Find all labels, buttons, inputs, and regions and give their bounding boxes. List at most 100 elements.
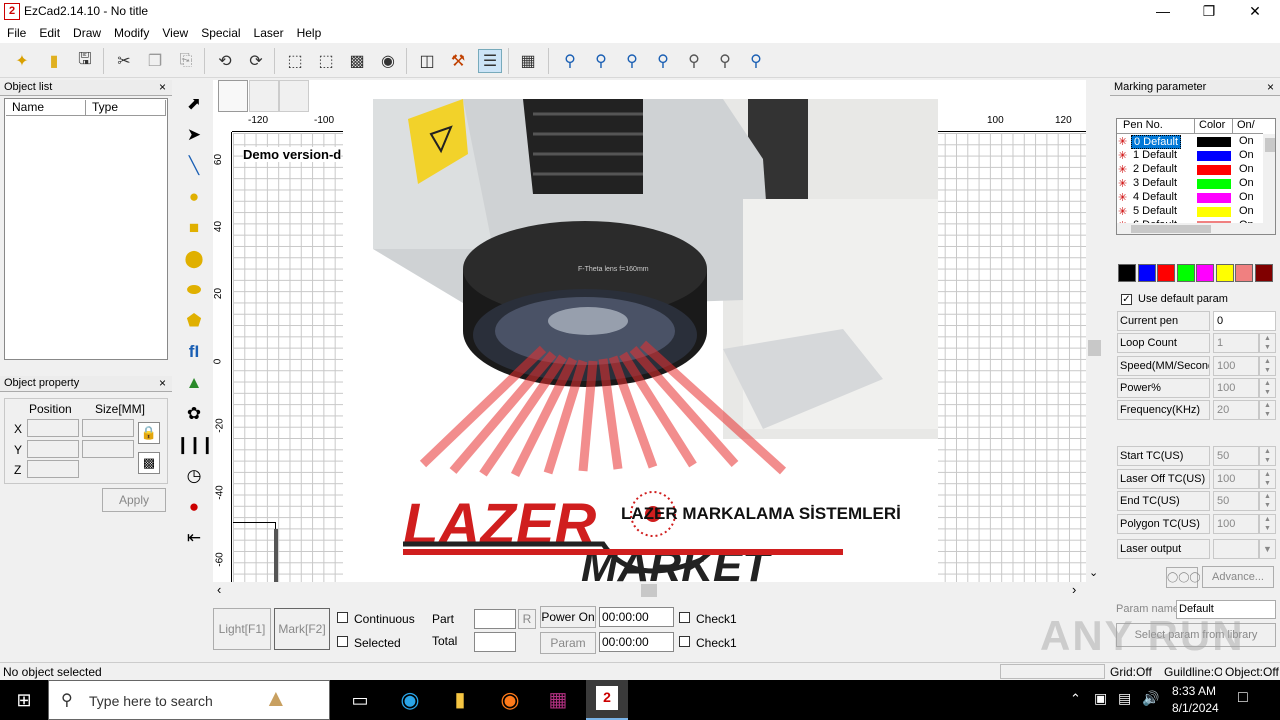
- scroll-thumb[interactable]: [1265, 138, 1275, 152]
- pen-row[interactable]: ✳ 5 Default On: [1117, 205, 1263, 219]
- close-icon[interactable]: ×: [159, 376, 166, 391]
- wifi-icon[interactable]: ▤: [1118, 690, 1131, 707]
- vertical-scrollbar[interactable]: ⌄: [1086, 114, 1103, 582]
- param-value-field[interactable]: 50: [1213, 446, 1259, 466]
- windows-start-icon[interactable]: ⊞: [0, 680, 48, 720]
- tools-icon[interactable]: ⚒: [446, 49, 470, 73]
- palette-swatch[interactable]: [1176, 264, 1195, 282]
- zoom-fit-icon[interactable]: ⚲: [682, 49, 706, 73]
- size-x-field[interactable]: [82, 419, 134, 437]
- ellipse-icon[interactable]: ⬬: [179, 276, 209, 304]
- param-value-field[interactable]: 100: [1213, 469, 1259, 489]
- canvas-tab[interactable]: [279, 80, 309, 112]
- zoom-out-icon[interactable]: ⚲: [651, 49, 675, 73]
- palette-swatch[interactable]: [1254, 264, 1273, 282]
- param-spinner[interactable]: ▲ ▼: [1259, 446, 1276, 466]
- pen-color-swatch[interactable]: [1197, 207, 1231, 217]
- check1-checkbox[interactable]: [679, 612, 690, 623]
- menu-laser[interactable]: Laser: [247, 23, 290, 40]
- total-count-field[interactable]: [474, 632, 516, 652]
- laser-machine-image[interactable]: F-Theta lens f=160mm LAZER MARKET LAZER …: [343, 99, 938, 582]
- advance-button[interactable]: Advance...: [1202, 566, 1274, 588]
- mark-button[interactable]: Mark[F2]: [274, 608, 330, 650]
- grid-status[interactable]: Grid:Off: [1110, 665, 1152, 679]
- lock-icon[interactable]: 🔒: [138, 422, 160, 444]
- pen-on-status[interactable]: On: [1239, 205, 1254, 217]
- task-view-icon[interactable]: ▭: [340, 680, 380, 720]
- check2-checkbox[interactable]: [679, 636, 690, 647]
- cut-icon[interactable]: ✂: [112, 49, 136, 73]
- param-value-field[interactable]: 1: [1213, 333, 1259, 353]
- text-icon[interactable]: fI: [179, 338, 209, 366]
- param-spinner[interactable]: ▲ ▼: [1259, 333, 1276, 353]
- param-value-field[interactable]: 0: [1213, 311, 1276, 331]
- column-color[interactable]: Color: [1195, 119, 1233, 134]
- undo-icon[interactable]: ⟲: [213, 49, 237, 73]
- timer-icon[interactable]: ◷: [179, 462, 209, 490]
- pointer-icon[interactable]: ⬈: [179, 90, 209, 118]
- menu-file[interactable]: File: [0, 23, 32, 40]
- object-status[interactable]: Object:Off: [1225, 665, 1280, 679]
- pen-color-swatch[interactable]: [1197, 151, 1231, 161]
- position-x-field[interactable]: [27, 419, 79, 437]
- paste-icon[interactable]: ⎘: [174, 49, 198, 73]
- pen-color-swatch[interactable]: [1197, 193, 1231, 203]
- scroll-thumb[interactable]: [641, 584, 657, 597]
- file-explorer-icon[interactable]: ▮: [440, 680, 480, 720]
- selected-checkbox[interactable]: [337, 636, 348, 647]
- param-spinner[interactable]: ▲ ▼: [1259, 378, 1276, 398]
- node-pointer-icon[interactable]: ➤: [179, 121, 209, 149]
- node-edit-icon[interactable]: ◉: [376, 49, 400, 73]
- curve-icon[interactable]: ●: [179, 183, 209, 211]
- barcode-icon[interactable]: ❙❙❙: [176, 431, 215, 459]
- clock-time[interactable]: 8:33 AM: [1172, 684, 1216, 698]
- maximize-icon[interactable]: ❐: [1186, 0, 1232, 23]
- scroll-down-icon[interactable]: ⌄: [1089, 566, 1098, 579]
- close-icon[interactable]: ×: [1267, 80, 1274, 95]
- reset-button[interactable]: R: [518, 609, 536, 629]
- speaker-icon[interactable]: 🔊: [1142, 690, 1159, 707]
- param-button[interactable]: Param: [540, 632, 596, 654]
- param-spinner[interactable]: ▲ ▼: [1259, 469, 1276, 489]
- menu-view[interactable]: View: [155, 23, 194, 40]
- palette-swatch[interactable]: [1196, 264, 1214, 282]
- io-signal-icon[interactable]: ●: [179, 493, 209, 521]
- pen-row[interactable]: ✳ 1 Default On: [1117, 149, 1263, 163]
- pen-on-status[interactable]: On: [1239, 191, 1254, 203]
- properties-icon[interactable]: ☰: [478, 49, 502, 73]
- menu-draw[interactable]: Draw: [66, 23, 107, 40]
- align-icon[interactable]: ◫: [415, 49, 439, 73]
- scroll-right-icon[interactable]: ›: [1072, 582, 1076, 597]
- pen-row[interactable]: ✳ 2 Default On: [1117, 163, 1263, 177]
- extend-axis-icon[interactable]: ⇤: [179, 524, 209, 552]
- column-type[interactable]: Type: [86, 100, 166, 116]
- copy-icon[interactable]: ❐: [143, 49, 167, 73]
- chevron-down-icon[interactable]: ▼: [1259, 539, 1276, 559]
- chevron-up-icon[interactable]: ⌃: [1070, 691, 1081, 707]
- param-value-field[interactable]: 50: [1213, 491, 1259, 511]
- position-z-field[interactable]: [27, 460, 79, 478]
- open-folder-icon[interactable]: ▮: [42, 49, 66, 73]
- palette-swatch[interactable]: [1157, 264, 1175, 282]
- position-y-field[interactable]: [27, 440, 79, 458]
- continuous-checkbox[interactable]: [337, 612, 348, 623]
- polygon-icon[interactable]: ⬟: [179, 307, 209, 335]
- notification-icon[interactable]: □: [1238, 689, 1248, 707]
- param-value-field[interactable]: 20: [1213, 400, 1259, 420]
- ezcad-taskbar-icon[interactable]: 2: [586, 680, 628, 720]
- zoom-in-plus-icon[interactable]: ⚲: [620, 49, 644, 73]
- pen-list-hscroll[interactable]: [1117, 223, 1263, 234]
- network-icon[interactable]: ▣: [1094, 690, 1107, 707]
- minimize-icon[interactable]: —: [1140, 0, 1186, 23]
- pen-row[interactable]: ✳ 4 Default On: [1117, 191, 1263, 205]
- pen-on-status[interactable]: On: [1239, 177, 1254, 189]
- layout-icon[interactable]: ▦: [516, 49, 540, 73]
- param-value-field[interactable]: [1213, 539, 1259, 559]
- light-button[interactable]: Light[F1]: [213, 608, 271, 650]
- param-value-field[interactable]: 100: [1213, 514, 1259, 534]
- pen-on-status[interactable]: On: [1239, 163, 1254, 175]
- palette-swatch[interactable]: [1215, 264, 1234, 282]
- scroll-thumb[interactable]: [1088, 340, 1101, 356]
- clock-date[interactable]: 8/1/2024: [1172, 701, 1219, 715]
- pen-color-swatch[interactable]: [1197, 179, 1231, 189]
